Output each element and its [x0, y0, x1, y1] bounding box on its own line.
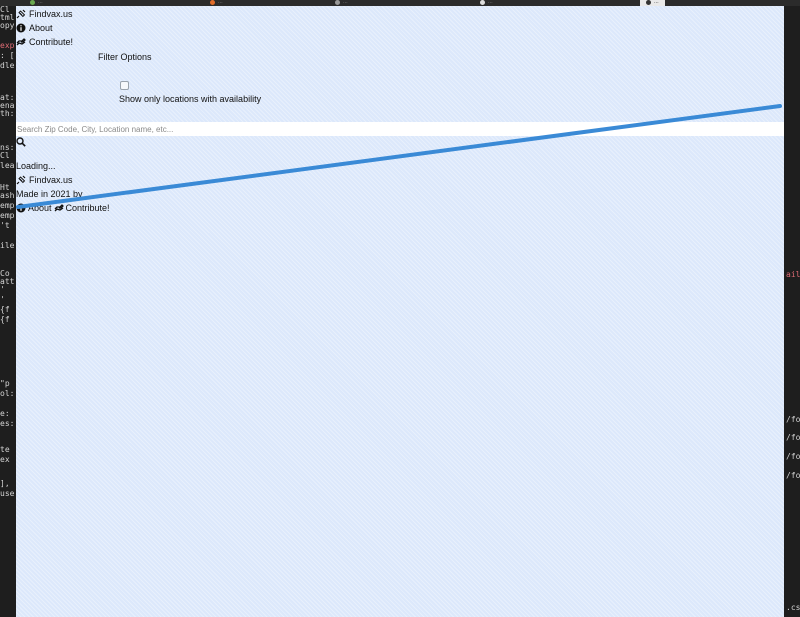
code-line: Cl: [0, 151, 10, 160]
code-line: /for: [786, 452, 800, 461]
hands-helping-icon: [16, 38, 26, 46]
code-line: ': [0, 285, 5, 294]
browser-tab-label: ...: [218, 0, 223, 5]
code-line: "p: [0, 379, 10, 388]
hands-helping-icon: [54, 204, 64, 212]
code-line: /for: [786, 415, 800, 424]
nav-contribute-link[interactable]: Contribute!: [16, 37, 73, 47]
footer-made-in-text: Made in 2021 by: [16, 189, 83, 199]
code-line: es:: [0, 419, 15, 428]
syringe-icon: [16, 9, 26, 19]
tab-favicon-icon: [646, 0, 651, 5]
tab-favicon-icon: [335, 0, 340, 5]
footer-about-label: About: [28, 203, 52, 213]
code-line: use: [0, 489, 15, 498]
code-line: ash: [0, 191, 15, 200]
footer-brand-link[interactable]: Findvax.us: [16, 175, 73, 185]
tab-favicon-icon: [210, 0, 215, 5]
code-line: th:: [0, 109, 15, 118]
footer-contribute-label: Contribute!: [65, 203, 110, 213]
code-line: {f: [0, 305, 10, 314]
code-line: e:: [0, 409, 10, 418]
availability-checkbox-label: Show only locations with availability: [119, 94, 262, 104]
search-icon[interactable]: [16, 137, 26, 147]
nav-about-link[interactable]: About: [16, 23, 53, 33]
nav-brand-link[interactable]: Findvax.us: [16, 9, 73, 19]
tab-favicon-icon: [30, 0, 35, 5]
code-line: ol:: [0, 389, 15, 398]
code-line: opy: [0, 21, 15, 30]
footer-about-link[interactable]: About: [16, 203, 52, 213]
browser-tab-label: ...: [654, 0, 659, 5]
code-line: ile: [0, 241, 15, 250]
code-line: te: [0, 445, 10, 454]
code-line: /for: [786, 433, 800, 442]
info-circle-icon: [16, 203, 26, 213]
code-line: ex: [0, 455, 10, 464]
code-line: emp: [0, 201, 15, 210]
code-line: {f: [0, 315, 10, 324]
search-input[interactable]: [16, 122, 784, 136]
browser-tab-label: ...: [343, 0, 348, 5]
code-editor-right-edge: ails/for/for/for/for .css: [784, 6, 800, 617]
code-line: ],: [0, 479, 10, 488]
loading-status: Loading...: [16, 161, 56, 171]
tab-favicon-icon: [480, 0, 485, 5]
code-line: exp: [0, 41, 15, 50]
footer-links: About Contribute!: [16, 203, 110, 213]
code-line: emp: [0, 211, 15, 220]
code-line: ': [0, 295, 5, 304]
browser-tab-label: ...: [38, 0, 43, 5]
browser-tab-label: ...: [488, 0, 493, 5]
footer-brand-label: Findvax.us: [29, 175, 73, 185]
code-line: /for: [786, 471, 800, 480]
code-editor-left-edge: Cl tml opy exp: [dle at: ena th: ns: Cl lea Ht ash e…: [0, 6, 16, 617]
filter-options-heading: Filter Options: [98, 52, 152, 62]
availability-checkbox[interactable]: [120, 81, 129, 90]
code-line: lea: [0, 161, 15, 170]
syringe-icon: [16, 175, 26, 185]
code-line: 't: [0, 221, 10, 230]
code-line: ails: [786, 270, 800, 279]
code-line: .css: [786, 603, 800, 612]
nav-about-label: About: [29, 23, 53, 33]
info-circle-icon: [16, 23, 26, 33]
nav-brand-label: Findvax.us: [29, 9, 73, 19]
code-line: : [: [0, 51, 15, 60]
nav-contribute-label: Contribute!: [29, 37, 74, 47]
findvax-page: Findvax.us About Contribute! Filter Opti…: [16, 6, 784, 617]
footer-contribute-link[interactable]: Contribute!: [54, 203, 110, 213]
code-line: dle: [0, 61, 15, 70]
